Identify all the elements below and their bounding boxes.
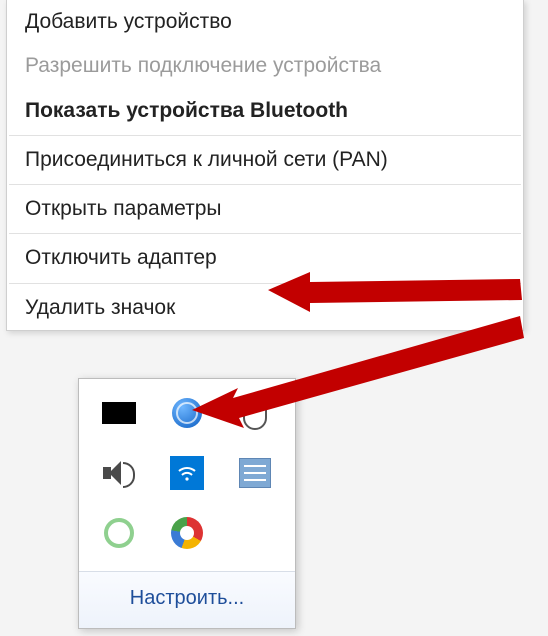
menu-item-open-settings[interactable]: Открыть параметры — [7, 187, 523, 231]
tray-icon-globe[interactable] — [166, 392, 208, 434]
menu-separator — [9, 233, 521, 234]
menu-item-show-bluetooth-devices[interactable]: Показать устройства Bluetooth — [7, 89, 523, 133]
book-icon — [239, 458, 271, 488]
bluetooth-context-menu: Добавить устройство Разрешить подключени… — [6, 0, 524, 331]
menu-item-label: Присоединиться к личной сети (PAN) — [25, 148, 388, 171]
menu-item-join-pan[interactable]: Присоединиться к личной сети (PAN) — [7, 138, 523, 182]
menu-item-label: Открыть параметры — [25, 197, 222, 220]
menu-item-add-device[interactable]: Добавить устройство — [7, 0, 523, 44]
tray-overflow-popup: Настроить... — [78, 378, 296, 629]
mouse-icon — [243, 396, 267, 430]
tray-icon-network[interactable] — [166, 452, 208, 494]
menu-separator — [9, 135, 521, 136]
menu-item-allow-connection: Разрешить подключение устройства — [7, 44, 523, 88]
menu-item-label: Отключить адаптер — [25, 246, 217, 269]
tray-icon-ccleaner[interactable] — [166, 512, 208, 554]
menu-item-label: Показать устройства Bluetooth — [25, 99, 348, 122]
menu-item-label: Добавить устройство — [25, 10, 232, 33]
network-icon — [170, 456, 204, 490]
tray-icon-speaker[interactable] — [98, 452, 140, 494]
menu-item-remove-icon[interactable]: Удалить значок — [7, 286, 523, 330]
tray-customize-link[interactable]: Настроить... — [79, 571, 295, 628]
speaker-icon — [103, 459, 135, 487]
menu-separator — [9, 283, 521, 284]
ring-icon — [104, 518, 134, 548]
ccleaner-icon — [171, 517, 203, 549]
menu-item-label: Удалить значок — [25, 296, 175, 319]
generic-black-icon — [102, 402, 136, 424]
tray-icon-mouse[interactable] — [234, 392, 276, 434]
menu-separator — [9, 184, 521, 185]
tray-icon-generic[interactable] — [98, 392, 140, 434]
tray-icon-book[interactable] — [234, 452, 276, 494]
tray-icon-ring[interactable] — [98, 512, 140, 554]
tray-customize-label: Настроить... — [130, 587, 244, 609]
tray-icon-grid — [79, 379, 295, 571]
menu-item-label: Разрешить подключение устройства — [25, 54, 381, 77]
menu-item-disable-adapter[interactable]: Отключить адаптер — [7, 236, 523, 280]
globe-icon — [172, 398, 202, 428]
